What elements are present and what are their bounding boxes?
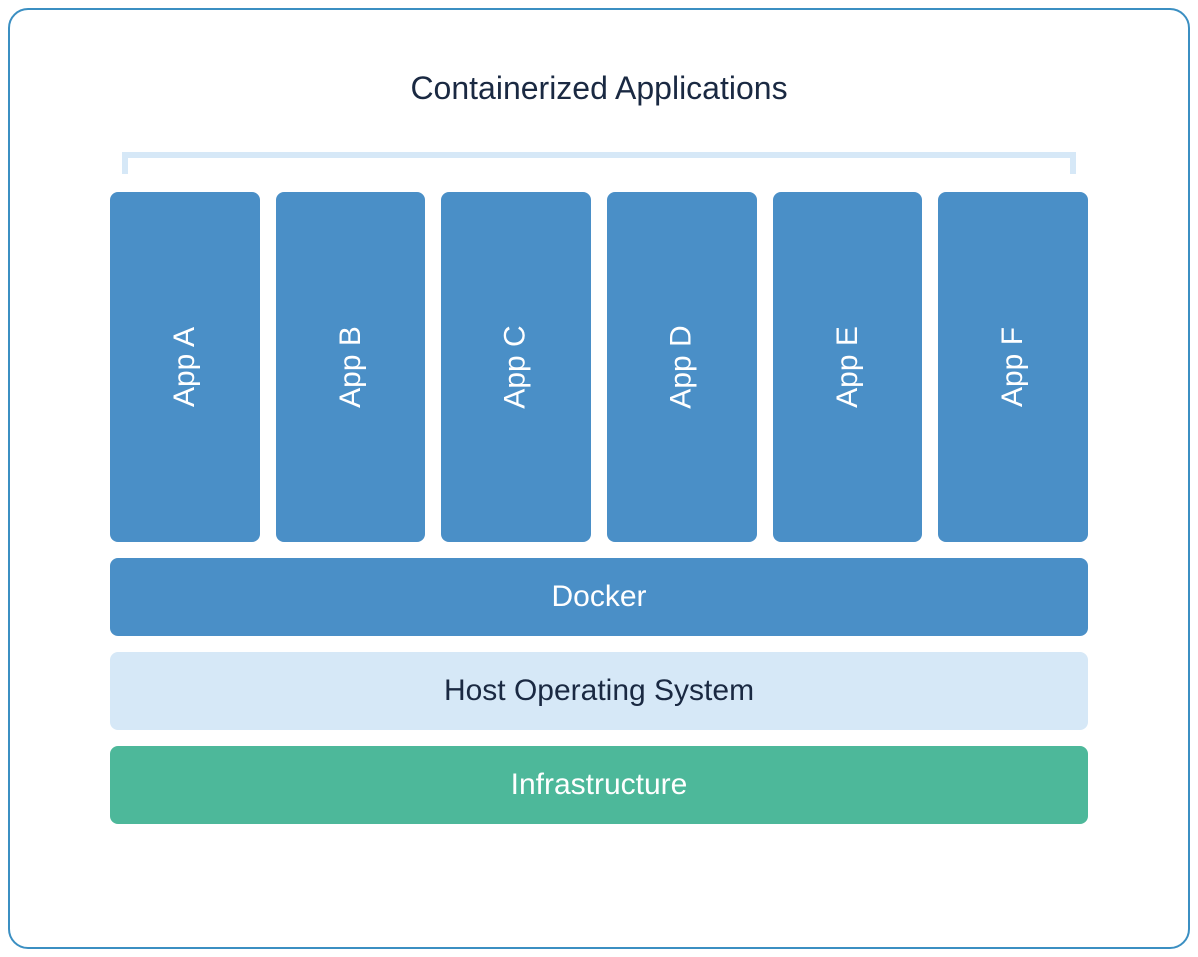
host-os-layer: Host Operating System [110,652,1088,730]
apps-bracket [122,152,1076,174]
infrastructure-label: Infrastructure [511,768,688,802]
diagram-frame: Containerized Applications App A App B A… [8,8,1190,949]
app-label: App C [499,325,533,408]
app-box-f: App F [938,192,1088,542]
app-box-b: App B [276,192,426,542]
app-label: App E [831,326,865,408]
infrastructure-layer: Infrastructure [110,746,1088,824]
docker-layer: Docker [110,558,1088,636]
app-label: App D [665,325,699,408]
app-label: App B [334,326,368,408]
diagram-title: Containerized Applications [110,70,1088,107]
host-os-label: Host Operating System [444,674,754,708]
app-label: App A [168,327,202,407]
app-label: App F [996,327,1030,407]
app-box-c: App C [441,192,591,542]
app-box-e: App E [773,192,923,542]
apps-row: App A App B App C App D App E App F [110,192,1088,542]
docker-label: Docker [551,580,646,614]
app-box-a: App A [110,192,260,542]
app-box-d: App D [607,192,757,542]
